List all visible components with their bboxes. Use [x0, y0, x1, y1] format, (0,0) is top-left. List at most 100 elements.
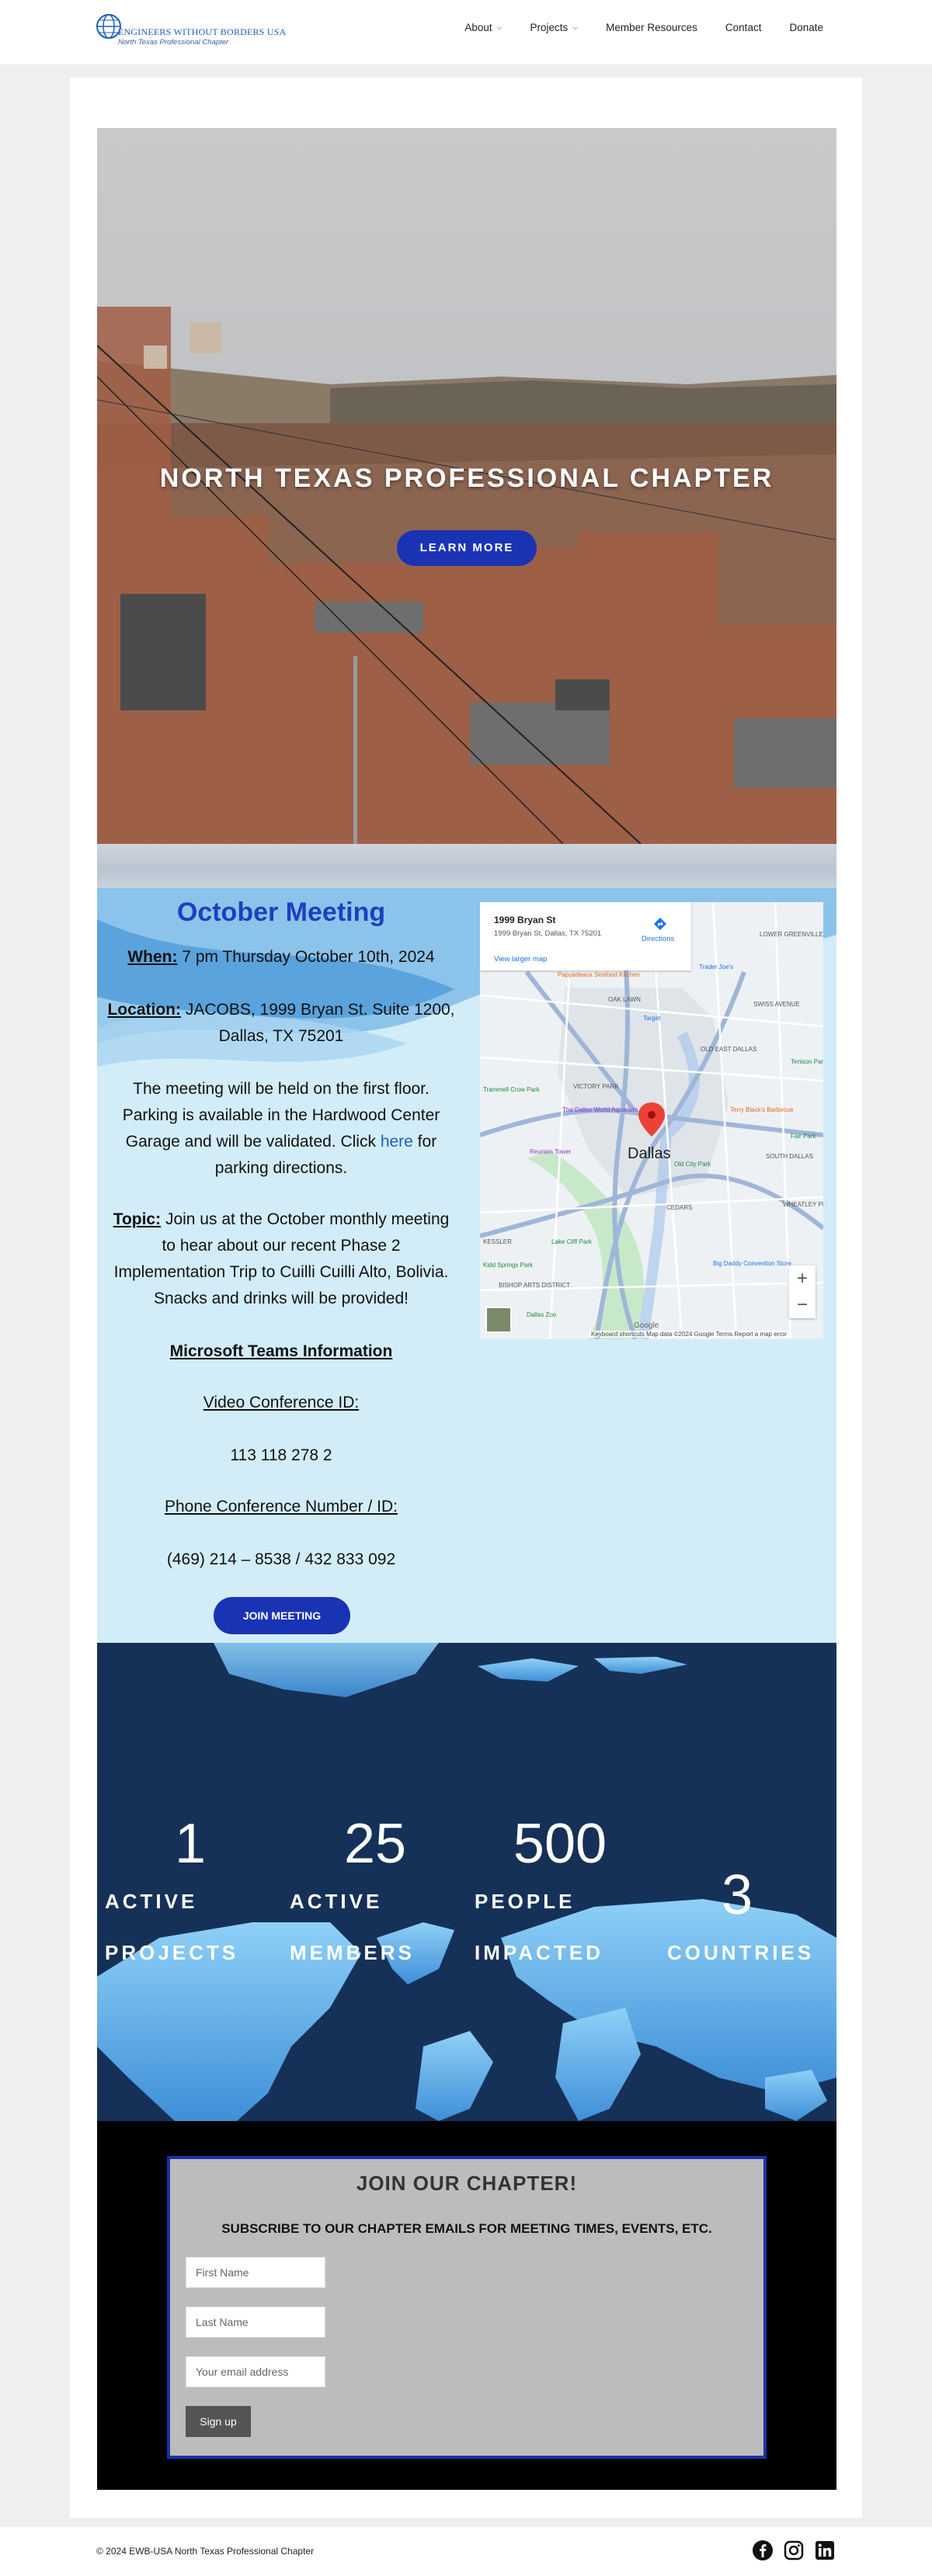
nav-label: Member Resources — [606, 22, 697, 33]
map-label: Old City Park — [674, 1161, 711, 1168]
meeting-location: Location: JACOBS, 1999 Bryan St. Suite 1… — [97, 997, 465, 1050]
map-label: WHEATLEY PLACE — [783, 1201, 823, 1208]
email-input[interactable]: Your email address — [186, 2356, 325, 2387]
phone-value: (469) 214 – 8538 / 432 833 092 — [166, 1550, 396, 1568]
nav-label: Donate — [789, 22, 823, 33]
stat-people-impacted: 500 PEOPLE IMPACTED — [475, 1812, 638, 1978]
map-label: Reunion Tower — [530, 1148, 572, 1155]
video-id-label: Video Conference ID: — [203, 1394, 360, 1411]
parking-link[interactable]: here — [381, 1133, 413, 1151]
map-label: KESSLER — [483, 1238, 512, 1245]
main-nav: About ⌵ Projects ⌵ Member Resources Contac… — [436, 22, 823, 33]
meeting-parking: The meeting will be held on the first fl… — [97, 1076, 465, 1182]
map-attribution[interactable]: Keyboard shortcuts Map data ©2024 Google… — [589, 1331, 790, 1338]
map-directions-link[interactable]: Directions — [642, 935, 674, 943]
nav-label: Contact — [725, 22, 762, 33]
video-id-value: 113 118 278 2 — [230, 1446, 332, 1464]
map-label: VICTORY PARK — [573, 1083, 619, 1090]
nav-item-donate[interactable]: Donate — [789, 22, 823, 33]
linkedin-icon[interactable] — [814, 2540, 836, 2561]
logo-title: ENGINEERS WITHOUT BORDERS USA — [118, 26, 287, 37]
when-text: 7 pm Thursday October 10th, 2024 — [177, 948, 435, 966]
map-label: Pappadeaux Seafood Kitchen — [558, 971, 640, 978]
hero-title: NORTH TEXAS PROFESSIONAL CHAPTER — [159, 463, 774, 493]
last-name-input[interactable]: Last Name — [186, 2307, 325, 2338]
teams-heading: Microsoft Teams Information — [169, 1342, 393, 1360]
join-meeting-button[interactable]: JOIN MEETING — [214, 1597, 350, 1634]
stat-active-members: 25 ACTIVE MEMBERS — [290, 1812, 453, 1978]
content-card: NORTH TEXAS PROFESSIONAL CHAPTER LEARN M… — [70, 78, 862, 2518]
map-label: Fair Park — [791, 1133, 816, 1140]
map-place-address: 1999 Bryan St, Dallas, TX 75201 — [494, 929, 602, 938]
map-zoom-control: + − — [789, 1265, 816, 1318]
map-label: Dallas Zoo — [527, 1311, 557, 1318]
nav-item-projects[interactable]: Projects ⌵ — [530, 22, 579, 33]
directions-icon[interactable] — [652, 916, 668, 932]
facebook-icon[interactable] — [752, 2540, 774, 2561]
meeting-topic: Topic: Join us at the October monthly me… — [97, 1206, 465, 1312]
map-place-name: 1999 Bryan St — [494, 915, 556, 925]
subscribe-section: JOIN OUR CHAPTER! SUBSCRIBE TO OUR CHAPT… — [97, 2121, 836, 2490]
stat-label-line2: PROJECTS — [105, 1941, 239, 1964]
copyright-text: © 2024 EWB-USA North Texas Professional … — [96, 2546, 315, 2557]
map-label: Terry Black's Barbecue — [730, 1106, 794, 1113]
hero-section: NORTH TEXAS PROFESSIONAL CHAPTER LEARN M… — [97, 128, 836, 844]
map-label: Trammell Crow Park — [483, 1086, 541, 1093]
social-links — [752, 2540, 836, 2561]
map-layer-thumbnail[interactable] — [485, 1307, 512, 1333]
site-logo[interactable]: ENGINEERS WITHOUT BORDERS USA North Texa… — [96, 11, 286, 53]
stat-active-projects: 1 ACTIVE PROJECTS — [105, 1812, 268, 1978]
view-larger-map-link[interactable]: View larger map — [494, 955, 547, 963]
phone-label: Phone Conference Number / ID: — [165, 1498, 398, 1515]
stat-value: 500 — [513, 1813, 607, 1875]
subscribe-text: SUBSCRIBE TO OUR CHAPTER EMAILS FOR MEET… — [221, 2221, 712, 2236]
zoom-out-button[interactable]: − — [789, 1292, 816, 1318]
stats-section: 1 ACTIVE PROJECTS 25 ACTIVE MEMBERS 500 … — [97, 1643, 836, 2121]
meeting-when: When: 7 pm Thursday October 10th, 2024 — [97, 944, 465, 970]
topic-text: Join us at the October monthly meeting t… — [113, 1210, 450, 1307]
stat-label-line2: IMPACTED — [475, 1941, 603, 1964]
map-city-label: Dallas — [628, 1145, 671, 1162]
stat-value: 1 — [174, 1813, 207, 1875]
map-label: OLD EAST DALLAS — [701, 1046, 756, 1053]
hero-bottom-strip — [97, 844, 836, 888]
nav-item-contact[interactable]: Contact — [725, 22, 762, 33]
site-header: ENGINEERS WITHOUT BORDERS USA North Texa… — [0, 0, 932, 64]
when-label: When: — [127, 948, 178, 966]
chevron-down-icon: ⌵ — [496, 23, 503, 31]
stat-label-line1: COUNTRIES — [667, 1941, 815, 1964]
first-name-input[interactable]: First Name — [186, 2257, 325, 2288]
nav-item-about[interactable]: About ⌵ — [464, 22, 502, 33]
sign-up-button[interactable]: Sign up — [186, 2406, 251, 2437]
subscribe-form: JOIN OUR CHAPTER! SUBSCRIBE TO OUR CHAPT… — [167, 2156, 767, 2459]
stat-countries: 3 COUNTRIES — [667, 1863, 815, 1978]
meeting-section: October Meeting When: 7 pm Thursday Octo… — [97, 888, 836, 1643]
learn-more-button[interactable]: LEARN MORE — [397, 530, 537, 566]
stat-label-line1: ACTIVE — [105, 1890, 198, 1913]
map-label: Tenison Par — [791, 1058, 823, 1065]
map-label: SOUTH DALLAS — [766, 1153, 813, 1160]
site-footer: © 2024 EWB-USA North Texas Professional … — [0, 2527, 932, 2576]
map-label: CEDARS — [666, 1204, 692, 1211]
map-label: Lake Cliff Park — [551, 1238, 593, 1245]
map-label: BISHOP ARTS DISTRICT — [499, 1282, 570, 1289]
stat-label-line1: PEOPLE — [475, 1890, 576, 1913]
meeting-title: October Meeting — [176, 897, 386, 927]
map-label: Big Daddy Convention Store — [713, 1260, 792, 1267]
zoom-in-button[interactable]: + — [789, 1265, 816, 1292]
stat-value: 3 — [721, 1864, 753, 1926]
instagram-icon[interactable] — [783, 2540, 805, 2561]
nav-item-member-resources[interactable]: Member Resources — [606, 22, 697, 33]
logo-subtitle: North Texas Professional Chapter — [118, 38, 229, 47]
map-label: Trader Joe's — [699, 963, 733, 970]
topic-label: Topic: — [113, 1210, 162, 1228]
map-label: Target — [643, 1015, 661, 1022]
stat-label-line1: ACTIVE — [290, 1890, 383, 1913]
map-label: LOWER GREENVILLE — [760, 931, 823, 938]
map-label: The Dallas World Aquarium — [562, 1106, 638, 1113]
map-label: SWISS AVENUE — [753, 1001, 800, 1008]
stat-label-line2: MEMBERS — [290, 1941, 415, 1964]
chevron-down-icon: ⌵ — [572, 23, 579, 31]
nav-label: Projects — [530, 22, 569, 33]
google-map-embed[interactable]: LOWER GREENVILLE OAK LAWN SWISS AVENUE O… — [480, 902, 823, 1339]
